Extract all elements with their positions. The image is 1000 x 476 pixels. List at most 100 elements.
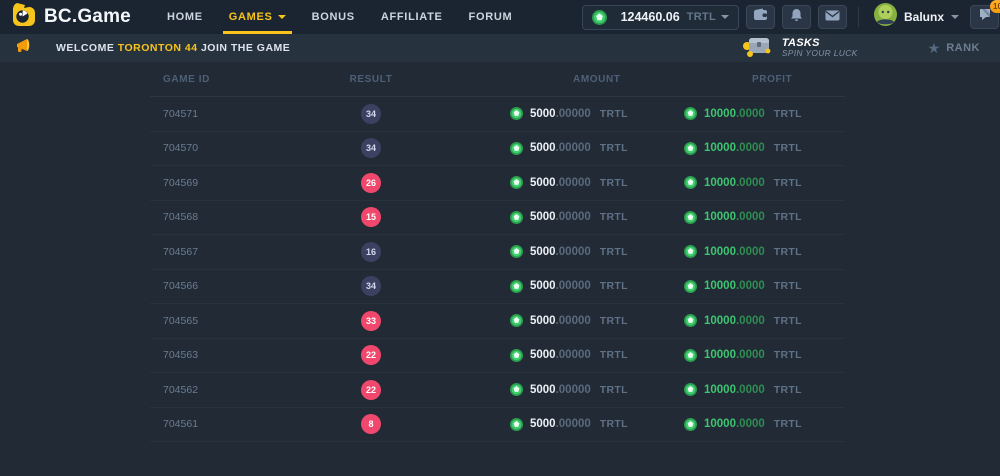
navbar-divider (858, 7, 859, 27)
result-badge: 34 (361, 138, 381, 158)
trtl-coin-icon (684, 280, 697, 293)
amount-cell: 5000.00000 TRTL (446, 418, 660, 431)
nav-item-forum[interactable]: FORUM (469, 0, 513, 34)
amount-cell: 5000.00000 TRTL (446, 211, 660, 224)
result-badge: 16 (361, 242, 381, 262)
table-row: 704566 34 5000.00000 TRTL (150, 270, 845, 305)
amount-cell: 5000.00000 TRTL (446, 314, 660, 327)
result-badge: 34 (361, 104, 381, 124)
table-row: 704561 8 5000.00000 TRTL (150, 408, 845, 443)
game-id-cell[interactable]: 704561 (150, 418, 296, 430)
game-history-table: GAME ID RESULT AMOUNT PROFIT 704571 34 5… (150, 62, 845, 442)
table-row: 704571 34 5000.00000 TRTL (150, 97, 845, 132)
brand-logo[interactable]: BC.Game (12, 2, 131, 32)
tasks-subtitle: SPIN YOUR LUCK (782, 49, 858, 59)
trtl-coin-icon (592, 10, 607, 25)
rank-widget[interactable]: ★ RANK (928, 41, 980, 55)
result-badge: 8 (361, 414, 381, 434)
result-badge: 15 (361, 207, 381, 227)
balance-selector[interactable]: 124460.06 TRTL (582, 5, 739, 30)
game-id-cell[interactable]: 704565 (150, 315, 296, 327)
game-id-cell[interactable]: 704569 (150, 177, 296, 189)
game-id-cell[interactable]: 704562 (150, 384, 296, 396)
profit-cell: 10000.0000 TRTL (660, 280, 845, 293)
user-menu[interactable]: Balunx (870, 3, 963, 31)
trtl-coin-icon (684, 314, 697, 327)
table-row: 704567 16 5000.00000 TRTL (150, 235, 845, 270)
game-id-cell[interactable]: 704571 (150, 108, 296, 120)
mail-icon (825, 8, 840, 26)
table-row: 704562 22 5000.00000 TRTL (150, 373, 845, 408)
messages-button[interactable] (818, 5, 847, 29)
trtl-coin-icon (510, 314, 523, 327)
profit-cell: 10000.0000 TRTL (660, 107, 845, 120)
trtl-coin-icon (684, 383, 697, 396)
nav-item-games[interactable]: GAMES (229, 0, 286, 34)
rank-label: RANK (946, 42, 980, 54)
trtl-coin-icon (510, 349, 523, 362)
game-id-cell[interactable]: 704566 (150, 280, 296, 292)
amount-cell: 5000.00000 TRTL (446, 142, 660, 155)
trtl-coin-icon (510, 142, 523, 155)
profit-cell: 10000.0000 TRTL (660, 142, 845, 155)
table-row: 704563 22 5000.00000 TRTL (150, 339, 845, 374)
chat-unread-badge: 10 (990, 0, 1000, 13)
balance-amount: 124460.06 (621, 10, 680, 24)
wallet-button[interactable] (746, 5, 775, 29)
result-badge: 26 (361, 173, 381, 193)
nav-item-home[interactable]: HOME (167, 0, 203, 34)
avatar (874, 3, 897, 31)
trtl-coin-icon (684, 142, 697, 155)
header-game-id: GAME ID (150, 74, 296, 85)
treasure-chest-icon (741, 34, 773, 63)
table-row: 704570 34 5000.00000 TRTL (150, 132, 845, 167)
table-body: 704571 34 5000.00000 TRTL (150, 97, 845, 442)
main-nav: HOME GAMES BONUS AFFILIATE FORUM (167, 0, 512, 34)
header-result: RESULT (296, 74, 446, 85)
announcement-bar: WELCOME TORONTON 44 JOIN THE GAME TASKS (0, 34, 1000, 62)
header-profit: PROFIT (660, 74, 845, 85)
bell-icon (790, 8, 803, 27)
chevron-down-icon (951, 15, 959, 19)
profit-cell: 10000.0000 TRTL (660, 176, 845, 189)
game-id-cell[interactable]: 704567 (150, 246, 296, 258)
amount-cell: 5000.00000 TRTL (446, 176, 660, 189)
trtl-coin-icon (510, 383, 523, 396)
profit-cell: 10000.0000 TRTL (660, 418, 845, 431)
game-id-cell[interactable]: 704563 (150, 349, 296, 361)
amount-cell: 5000.00000 TRTL (446, 245, 660, 258)
trtl-coin-icon (510, 176, 523, 189)
profit-cell: 10000.0000 TRTL (660, 349, 845, 362)
table-row: 704569 26 5000.00000 TRTL (150, 166, 845, 201)
result-badge: 22 (361, 380, 381, 400)
game-id-cell[interactable]: 704568 (150, 211, 296, 223)
trtl-coin-icon (510, 245, 523, 258)
trtl-coin-icon (510, 211, 523, 224)
nav-item-bonus[interactable]: BONUS (312, 0, 355, 34)
trtl-coin-icon (684, 349, 697, 362)
chat-button[interactable]: 10 (970, 5, 999, 29)
chat-icon (978, 8, 992, 26)
welcome-username: TORONTON 44 (118, 42, 198, 54)
chevron-down-icon (721, 15, 729, 19)
balance-currency: TRTL (687, 11, 716, 23)
trtl-coin-icon (684, 176, 697, 189)
profit-cell: 10000.0000 TRTL (660, 314, 845, 327)
star-icon: ★ (928, 41, 941, 55)
bc-game-logo-icon (12, 2, 36, 32)
brand-name: BC.Game (44, 6, 131, 28)
welcome-message: WELCOME TORONTON 44 JOIN THE GAME (56, 42, 290, 54)
tasks-widget[interactable]: TASKS SPIN YOUR LUCK (741, 34, 858, 63)
nav-item-affiliate[interactable]: AFFILIATE (381, 0, 443, 34)
wallet-icon (753, 8, 768, 26)
top-navbar: BC.Game HOME GAMES BONUS AFFILIATE FORUM 124… (0, 0, 1000, 34)
result-badge: 34 (361, 276, 381, 296)
trtl-coin-icon (510, 107, 523, 120)
table-row: 704565 33 5000.00000 TRTL (150, 304, 845, 339)
profit-cell: 10000.0000 TRTL (660, 383, 845, 396)
game-id-cell[interactable]: 704570 (150, 142, 296, 154)
result-badge: 22 (361, 345, 381, 365)
notifications-button[interactable] (782, 5, 811, 29)
trtl-coin-icon (684, 107, 697, 120)
trtl-coin-icon (684, 418, 697, 431)
